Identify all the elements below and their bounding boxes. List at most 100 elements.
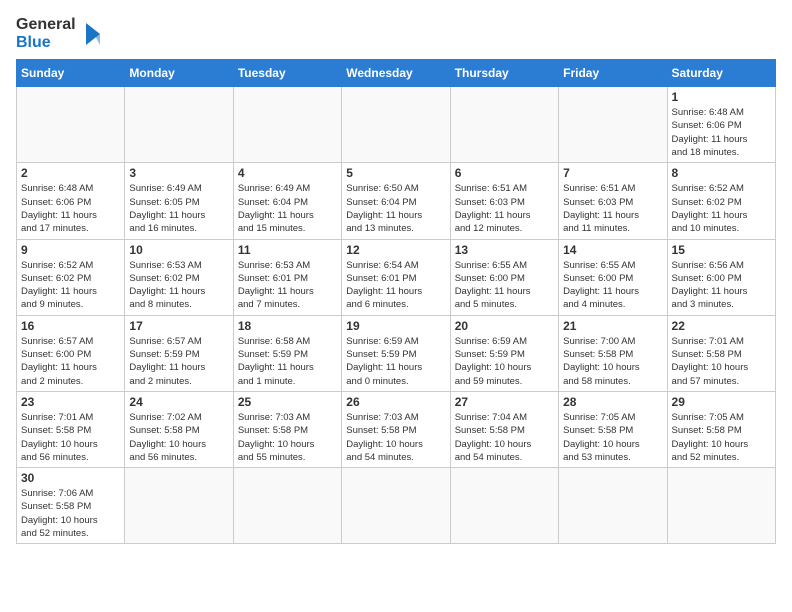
calendar-header-sunday: Sunday <box>17 60 125 87</box>
calendar-cell <box>667 468 775 544</box>
calendar-cell: 23 Sunrise: 7:01 AM Sunset: 5:58 PM Dayli… <box>17 391 125 467</box>
day-number: 23 <box>21 395 120 409</box>
day-info: Sunrise: 6:57 AM Sunset: 5:59 PM Dayligh… <box>129 335 228 388</box>
day-number: 16 <box>21 319 120 333</box>
calendar-week-row: 2 Sunrise: 6:48 AM Sunset: 6:06 PM Daylig… <box>17 163 776 239</box>
day-number: 12 <box>346 243 445 257</box>
day-info: Sunrise: 7:05 AM Sunset: 5:58 PM Dayligh… <box>563 411 662 464</box>
calendar-cell: 19 Sunrise: 6:59 AM Sunset: 5:59 PM Dayli… <box>342 315 450 391</box>
day-info: Sunrise: 6:52 AM Sunset: 6:02 PM Dayligh… <box>21 259 120 312</box>
calendar-header-wednesday: Wednesday <box>342 60 450 87</box>
calendar-cell: 27 Sunrise: 7:04 AM Sunset: 5:58 PM Dayli… <box>450 391 558 467</box>
day-number: 6 <box>455 166 554 180</box>
day-number: 20 <box>455 319 554 333</box>
calendar-header-row: SundayMondayTuesdayWednesdayThursdayFrid… <box>17 60 776 87</box>
calendar-cell: 21 Sunrise: 7:00 AM Sunset: 5:58 PM Dayli… <box>559 315 667 391</box>
day-info: Sunrise: 6:48 AM Sunset: 6:06 PM Dayligh… <box>672 106 771 159</box>
calendar-cell: 20Sunrise: 6:59 AM Sunset: 5:59 PM Dayli… <box>450 315 558 391</box>
calendar-header-friday: Friday <box>559 60 667 87</box>
calendar-cell <box>559 468 667 544</box>
day-number: 2 <box>21 166 120 180</box>
calendar-cell: 4 Sunrise: 6:49 AM Sunset: 6:04 PM Daylig… <box>233 163 341 239</box>
day-info: Sunrise: 6:50 AM Sunset: 6:04 PM Dayligh… <box>346 182 445 235</box>
day-info: Sunrise: 6:48 AM Sunset: 6:06 PM Dayligh… <box>21 182 120 235</box>
calendar: SundayMondayTuesdayWednesdayThursdayFrid… <box>16 59 776 544</box>
day-number: 4 <box>238 166 337 180</box>
calendar-cell: 12 Sunrise: 6:54 AM Sunset: 6:01 PM Dayli… <box>342 239 450 315</box>
calendar-cell: 7 Sunrise: 6:51 AM Sunset: 6:03 PM Daylig… <box>559 163 667 239</box>
page-header: General Blue <box>16 16 776 51</box>
calendar-cell: 22 Sunrise: 7:01 AM Sunset: 5:58 PM Dayli… <box>667 315 775 391</box>
logo-container: General Blue <box>16 16 108 51</box>
calendar-header-thursday: Thursday <box>450 60 558 87</box>
day-number: 1 <box>672 90 771 104</box>
day-number: 21 <box>563 319 662 333</box>
calendar-cell: 15Sunrise: 6:56 AM Sunset: 6:00 PM Dayli… <box>667 239 775 315</box>
calendar-cell: 3Sunrise: 6:49 AM Sunset: 6:05 PM Daylig… <box>125 163 233 239</box>
calendar-cell: 1 Sunrise: 6:48 AM Sunset: 6:06 PM Daylig… <box>667 87 775 163</box>
day-number: 13 <box>455 243 554 257</box>
day-info: Sunrise: 7:05 AM Sunset: 5:58 PM Dayligh… <box>672 411 771 464</box>
day-info: Sunrise: 7:01 AM Sunset: 5:58 PM Dayligh… <box>21 411 120 464</box>
day-info: Sunrise: 6:49 AM Sunset: 6:04 PM Dayligh… <box>238 182 337 235</box>
day-number: 18 <box>238 319 337 333</box>
day-info: Sunrise: 6:53 AM Sunset: 6:01 PM Dayligh… <box>238 259 337 312</box>
calendar-cell: 9Sunrise: 6:52 AM Sunset: 6:02 PM Daylig… <box>17 239 125 315</box>
calendar-cell <box>233 87 341 163</box>
calendar-cell: 30Sunrise: 7:06 AM Sunset: 5:58 PM Dayli… <box>17 468 125 544</box>
calendar-cell: 11Sunrise: 6:53 AM Sunset: 6:01 PM Dayli… <box>233 239 341 315</box>
day-info: Sunrise: 6:53 AM Sunset: 6:02 PM Dayligh… <box>129 259 228 312</box>
day-info: Sunrise: 6:55 AM Sunset: 6:00 PM Dayligh… <box>563 259 662 312</box>
day-number: 24 <box>129 395 228 409</box>
day-info: Sunrise: 7:04 AM Sunset: 5:58 PM Dayligh… <box>455 411 554 464</box>
calendar-cell: 16 Sunrise: 6:57 AM Sunset: 6:00 PM Dayli… <box>17 315 125 391</box>
day-info: Sunrise: 7:00 AM Sunset: 5:58 PM Dayligh… <box>563 335 662 388</box>
day-number: 17 <box>129 319 228 333</box>
day-info: Sunrise: 7:03 AM Sunset: 5:58 PM Dayligh… <box>238 411 337 464</box>
calendar-header-monday: Monday <box>125 60 233 87</box>
day-info: Sunrise: 6:51 AM Sunset: 6:03 PM Dayligh… <box>455 182 554 235</box>
calendar-cell: 13 Sunrise: 6:55 AM Sunset: 6:00 PM Dayli… <box>450 239 558 315</box>
day-info: Sunrise: 6:58 AM Sunset: 5:59 PM Dayligh… <box>238 335 337 388</box>
day-number: 3 <box>129 166 228 180</box>
day-info: Sunrise: 7:01 AM Sunset: 5:58 PM Dayligh… <box>672 335 771 388</box>
logo-text-block: General Blue <box>16 16 76 51</box>
calendar-cell: 2 Sunrise: 6:48 AM Sunset: 6:06 PM Daylig… <box>17 163 125 239</box>
day-number: 19 <box>346 319 445 333</box>
calendar-cell <box>233 468 341 544</box>
calendar-cell: 8Sunrise: 6:52 AM Sunset: 6:02 PM Daylig… <box>667 163 775 239</box>
day-info: Sunrise: 6:59 AM Sunset: 5:59 PM Dayligh… <box>346 335 445 388</box>
day-number: 15 <box>672 243 771 257</box>
day-info: Sunrise: 6:51 AM Sunset: 6:03 PM Dayligh… <box>563 182 662 235</box>
calendar-week-row: 16 Sunrise: 6:57 AM Sunset: 6:00 PM Dayli… <box>17 315 776 391</box>
calendar-cell <box>125 87 233 163</box>
day-info: Sunrise: 6:55 AM Sunset: 6:00 PM Dayligh… <box>455 259 554 312</box>
day-number: 22 <box>672 319 771 333</box>
day-number: 10 <box>129 243 228 257</box>
day-number: 25 <box>238 395 337 409</box>
logo-blue: Blue <box>16 34 76 52</box>
day-info: Sunrise: 7:06 AM Sunset: 5:58 PM Dayligh… <box>21 487 120 540</box>
logo-general: General <box>16 16 76 34</box>
calendar-cell <box>17 87 125 163</box>
calendar-cell: 18 Sunrise: 6:58 AM Sunset: 5:59 PM Dayli… <box>233 315 341 391</box>
calendar-cell: 29 Sunrise: 7:05 AM Sunset: 5:58 PM Dayli… <box>667 391 775 467</box>
calendar-cell: 10 Sunrise: 6:53 AM Sunset: 6:02 PM Dayli… <box>125 239 233 315</box>
day-info: Sunrise: 6:54 AM Sunset: 6:01 PM Dayligh… <box>346 259 445 312</box>
day-number: 26 <box>346 395 445 409</box>
calendar-cell <box>559 87 667 163</box>
day-number: 28 <box>563 395 662 409</box>
day-info: Sunrise: 6:57 AM Sunset: 6:00 PM Dayligh… <box>21 335 120 388</box>
calendar-cell: 5Sunrise: 6:50 AM Sunset: 6:04 PM Daylig… <box>342 163 450 239</box>
calendar-week-row: 23 Sunrise: 7:01 AM Sunset: 5:58 PM Dayli… <box>17 391 776 467</box>
calendar-cell <box>450 468 558 544</box>
calendar-cell <box>342 468 450 544</box>
calendar-cell: 14Sunrise: 6:55 AM Sunset: 6:00 PM Dayli… <box>559 239 667 315</box>
day-number: 7 <box>563 166 662 180</box>
calendar-week-row: 9Sunrise: 6:52 AM Sunset: 6:02 PM Daylig… <box>17 239 776 315</box>
day-number: 27 <box>455 395 554 409</box>
day-number: 29 <box>672 395 771 409</box>
calendar-week-row: 30Sunrise: 7:06 AM Sunset: 5:58 PM Dayli… <box>17 468 776 544</box>
calendar-cell: 25 Sunrise: 7:03 AM Sunset: 5:58 PM Dayli… <box>233 391 341 467</box>
calendar-cell <box>125 468 233 544</box>
